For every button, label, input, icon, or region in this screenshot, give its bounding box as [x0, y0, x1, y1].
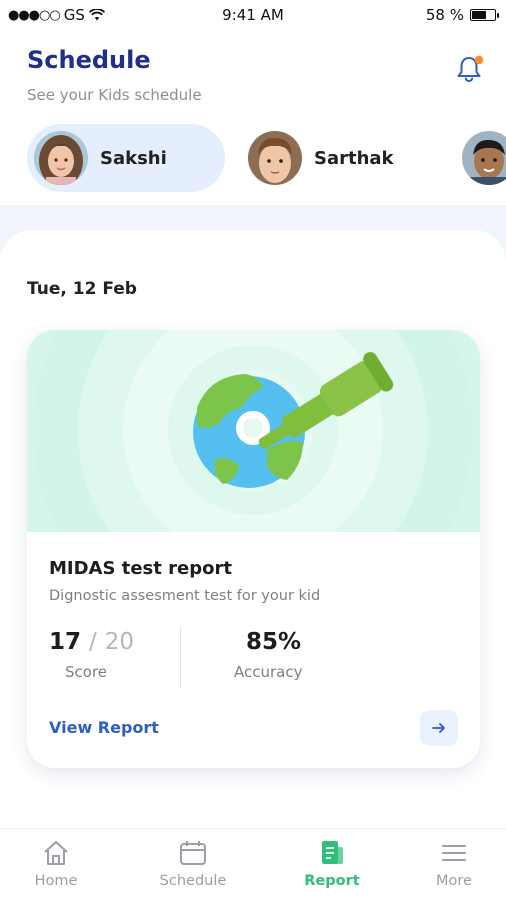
kid-name: Sarthak — [314, 147, 394, 169]
nav-schedule[interactable]: Schedule — [143, 839, 243, 889]
nav-label: Home — [34, 873, 78, 889]
menu-icon — [442, 845, 466, 861]
page-title: Schedule — [27, 46, 151, 74]
avatar — [248, 131, 302, 185]
battery-percent: 58 % — [425, 6, 464, 24]
notification-dot — [474, 55, 484, 65]
globe-telescope-illustration — [33, 330, 473, 532]
accuracy-label: Accuracy — [234, 663, 303, 681]
notifications-button[interactable] — [452, 52, 486, 86]
battery-level — [472, 11, 486, 19]
score-label: Score — [65, 663, 108, 681]
score-obtained: 17 — [49, 629, 82, 655]
report-title: MIDAS test report — [49, 558, 232, 579]
schedule-date: Tue, 12 Feb — [27, 279, 137, 299]
nav-label: More — [436, 873, 472, 889]
bell-icon — [457, 55, 484, 82]
report-icon — [322, 841, 343, 864]
kid-name: Sakshi — [100, 147, 167, 169]
kid-chip-sakshi[interactable]: Sakshi — [27, 124, 225, 192]
avatar — [34, 131, 88, 185]
accuracy-value: 85% — [246, 629, 302, 655]
nav-home[interactable]: Home — [6, 839, 106, 889]
nav-report[interactable]: Report — [282, 839, 382, 889]
nav-label: Schedule — [159, 873, 227, 889]
nav-more[interactable]: More — [404, 839, 504, 889]
kid-chip-third[interactable] — [462, 124, 506, 192]
calendar-icon — [180, 841, 206, 865]
score-total: 20 — [104, 629, 135, 655]
bottom-navigation: Home Schedule Report More — [0, 828, 506, 900]
score-value: 17 / 20 — [49, 629, 134, 655]
avatar — [462, 131, 506, 185]
arrow-right-icon — [432, 723, 445, 733]
report-description: Dignostic assesment test for your kid — [49, 588, 321, 604]
nav-label: Report — [304, 873, 360, 889]
page-subtitle: See your Kids schedule — [27, 86, 202, 104]
view-report-arrow-button[interactable] — [420, 710, 458, 746]
card-hero — [27, 330, 480, 532]
view-report-link[interactable]: View Report — [49, 718, 159, 737]
score-separator: / — [89, 629, 97, 655]
kid-chip-sarthak[interactable]: Sarthak — [248, 124, 408, 192]
battery-icon — [470, 9, 499, 21]
report-card[interactable]: MIDAS test report Dignostic assesment te… — [27, 330, 480, 768]
stats-divider — [180, 626, 181, 688]
status-bar: ●●●○○ GS 9:41 AM 58 % — [0, 0, 506, 30]
home-icon — [44, 841, 68, 865]
